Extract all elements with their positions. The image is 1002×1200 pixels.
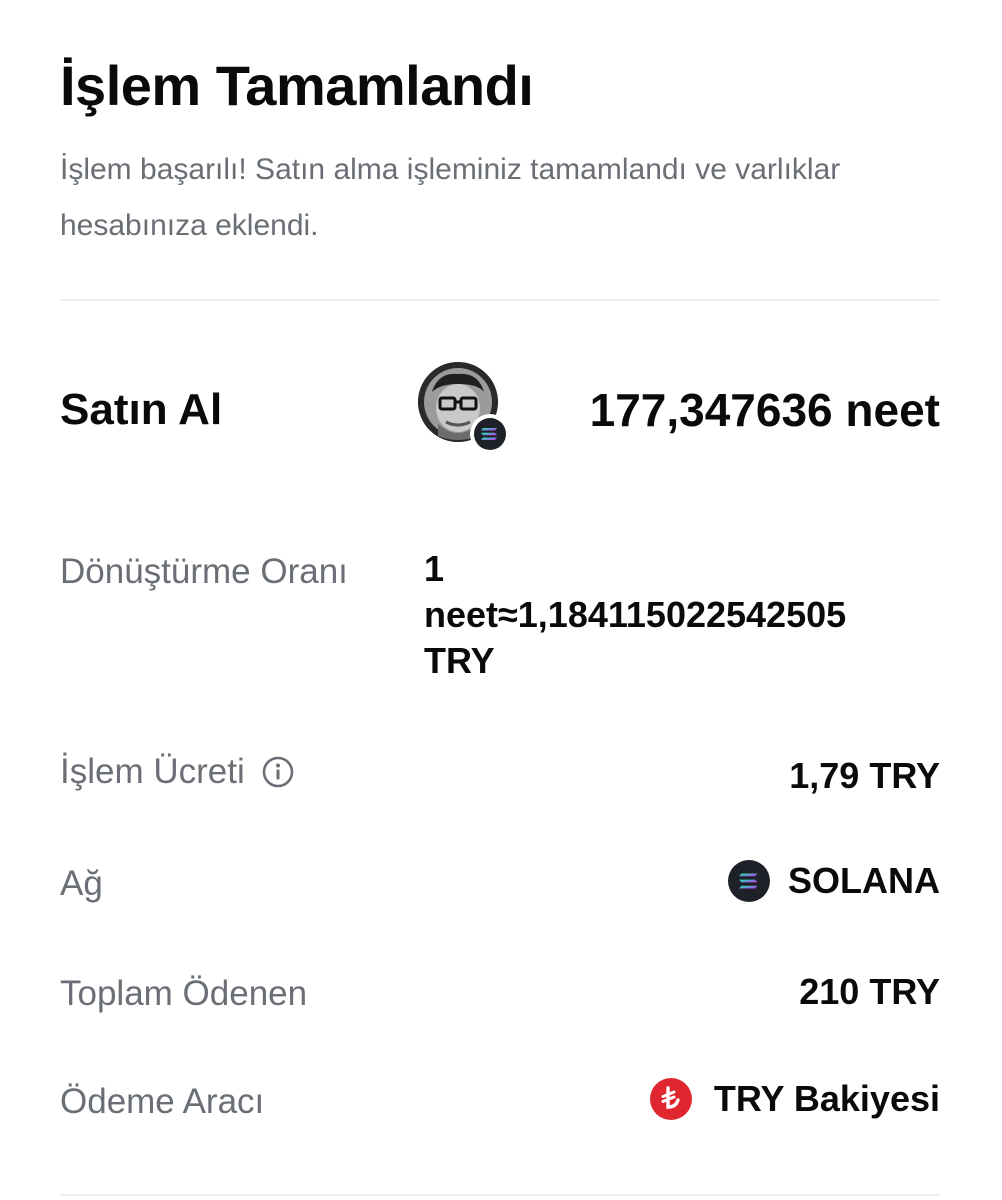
solana-icon <box>470 414 510 454</box>
divider <box>60 1194 940 1196</box>
fee-value: 1,79 TRY <box>789 755 940 796</box>
total-paid-value: 210 TRY <box>799 971 940 1012</box>
purchase-amount: 177,347636 neet <box>589 384 940 436</box>
conversion-rate-label: Dönüştürme Oranı <box>60 552 348 591</box>
token-avatar-group <box>418 362 512 456</box>
solana-icon <box>728 860 770 902</box>
fee-row-label: İşlem Ücreti <box>60 748 295 796</box>
turkish-lira-icon <box>649 1078 692 1120</box>
network-label: Ağ <box>60 864 103 903</box>
success-message: İşlem başarılı! Satın alma işleminiz tam… <box>60 153 841 242</box>
network-name: SOLANA <box>788 860 940 901</box>
info-icon[interactable] <box>261 755 295 789</box>
conversion-rate-line: neet≈1,184115022542505 <box>424 594 847 635</box>
conversion-rate-value: 1 neet≈1,184115022542505 TRY <box>424 546 944 684</box>
conversion-rate-line: 1 <box>424 548 445 589</box>
payment-method-value: TRY Bakiyesi <box>649 1075 940 1123</box>
divider <box>60 299 940 301</box>
payment-method-label: Ödeme Aracı <box>60 1082 265 1121</box>
conversion-rate-line: TRY <box>424 640 495 681</box>
buy-action-label: Satın Al <box>60 385 223 434</box>
payment-method-name: TRY Bakiyesi <box>713 1078 940 1119</box>
fee-label: İşlem Ücreti <box>60 752 245 791</box>
network-value: SOLANA <box>728 857 940 905</box>
total-paid-label: Toplam Ödenen <box>60 974 308 1013</box>
page-title: İşlem Tamamlandı <box>60 54 534 117</box>
